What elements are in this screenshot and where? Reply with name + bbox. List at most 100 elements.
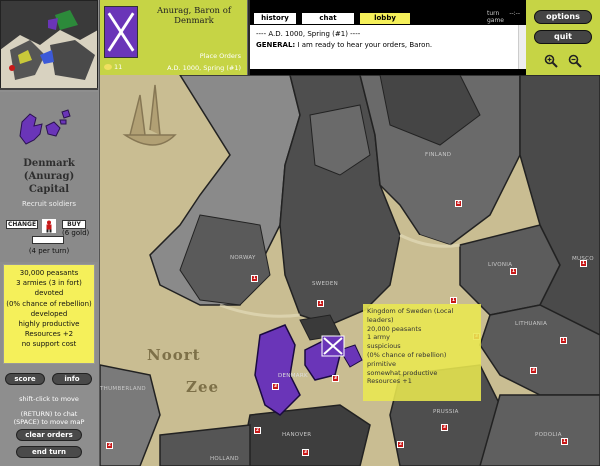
- message-speaker: GENERAL:: [256, 41, 296, 49]
- game-map[interactable]: NORWAY SWEDEN FINLAND LIVONIA MUSCO LITH…: [100, 75, 600, 466]
- tab-history[interactable]: history: [254, 13, 296, 24]
- stat-armies: 3 armies (3 in fort): [16, 279, 82, 288]
- map-label-norway: NORWAY: [230, 255, 256, 261]
- controls-panel: options quit: [526, 0, 600, 75]
- tooltip-line: Kingdom of Sweden (Local: [367, 307, 454, 315]
- gold-cost: (6 gold): [62, 229, 90, 237]
- turn-label: turn: [486, 10, 500, 17]
- message-area: history chat lobby turn game --:-- ---- …: [250, 0, 526, 75]
- tooltip-line: primitive: [367, 359, 396, 368]
- army-marker[interactable]: 3: [272, 383, 279, 390]
- message-text: I am ready to hear your orders, Baron.: [295, 41, 433, 49]
- army-marker[interactable]: 3: [302, 449, 309, 456]
- map-label-livonia: LIVONIA: [488, 262, 513, 268]
- stat-productivity: highly productive: [18, 320, 80, 329]
- tooltip-line: suspicious: [367, 342, 401, 351]
- per-turn-label: (4 per turn): [28, 247, 70, 255]
- turn-timer: --:--: [509, 10, 520, 17]
- zoom-in-icon[interactable]: [544, 54, 558, 68]
- gold-amount: 11: [114, 63, 123, 71]
- turn-game-label: turn game: [487, 10, 504, 24]
- tooltip-line: somewhat productive: [367, 368, 438, 377]
- player-panel: Anurag, Baron of Denmark Place Orders 11…: [100, 0, 248, 75]
- player-title-line1: Anurag, Baron of: [157, 6, 231, 16]
- message-line-date: ---- A.D. 1000, Spring (#1) ----: [256, 30, 361, 38]
- army-marker[interactable]: 4: [455, 200, 462, 207]
- map-label-prussia: PRUSSIA: [433, 409, 459, 415]
- map-label-lithuania: LITHUANIA: [515, 321, 548, 327]
- army-marker[interactable]: 2: [397, 441, 404, 448]
- region-stats: 30,000 peasants 3 armies (3 in fort) dev…: [3, 264, 95, 364]
- place-orders-status: Place Orders: [199, 52, 241, 60]
- game-date: A.D. 1000, Spring (#1): [167, 64, 241, 72]
- quit-button[interactable]: quit: [534, 30, 592, 44]
- map-label-podolia: PODOLIA: [535, 432, 562, 438]
- info-button[interactable]: info: [52, 373, 92, 385]
- tooltip-line: Resources +1: [367, 377, 412, 386]
- tooltip-line: (0% chance of rebellion): [367, 350, 447, 359]
- message-scrollbar[interactable]: [518, 25, 526, 69]
- region-silhouette: [19, 109, 71, 145]
- region-name: Denmark (Anurag) Capital: [0, 157, 98, 196]
- recruit-count-field[interactable]: [32, 236, 64, 244]
- tab-lobby[interactable]: lobby: [360, 13, 410, 24]
- top-bar: Anurag, Baron of Denmark Place Orders 11…: [100, 0, 600, 75]
- recruit-label: Recruit soldiers: [21, 200, 77, 208]
- region-name-line1: Denmark: [23, 158, 75, 169]
- player-title: Anurag, Baron of Denmark: [142, 6, 246, 26]
- army-marker[interactable]: 1: [560, 337, 567, 344]
- army-marker[interactable]: 1: [510, 268, 517, 275]
- map-label-hanover: HANOVER: [282, 432, 312, 438]
- army-marker[interactable]: 3: [332, 375, 339, 382]
- map-label-holland: HOLLAND: [210, 456, 239, 462]
- map-terrain: [100, 75, 600, 466]
- options-button[interactable]: options: [534, 10, 592, 24]
- army-marker[interactable]: 2: [106, 442, 113, 449]
- tooltip-line: 1 army: [367, 333, 390, 342]
- end-turn-button[interactable]: end turn: [16, 446, 82, 458]
- stat-development: developed: [30, 309, 68, 318]
- stat-rebellion: (0% chance of rebellion): [6, 299, 92, 308]
- army-marker[interactable]: 3: [441, 424, 448, 431]
- game-label: game: [486, 17, 504, 24]
- minimap[interactable]: [0, 0, 98, 90]
- tooltip-line: 20,000 peasants: [367, 324, 422, 333]
- stat-support: no support cost: [21, 340, 77, 349]
- army-marker[interactable]: 1: [450, 297, 457, 304]
- message-line-general: GENERAL: I am ready to hear your orders,…: [256, 40, 520, 51]
- map-label-denmark: DENMARK: [278, 373, 308, 379]
- army-marker[interactable]: 2: [254, 427, 261, 434]
- gold-coin-icon: [104, 64, 112, 70]
- region-panel: Denmark (Anurag) Capital Recruit soldier…: [0, 92, 98, 262]
- army-marker[interactable]: 1: [251, 275, 258, 282]
- region-name-line3: Capital: [28, 184, 70, 195]
- map-label-finland: FINLAND: [425, 152, 452, 158]
- map-label-zee: Zee: [186, 378, 220, 396]
- stat-loyalty: devoted: [34, 289, 64, 298]
- hint-space-move: (SPACE) to move maP: [13, 418, 85, 426]
- army-marker[interactable]: 3: [530, 367, 537, 374]
- clear-orders-button[interactable]: clear orders: [16, 429, 82, 441]
- tab-chat[interactable]: chat: [302, 13, 354, 24]
- left-sidebar: Denmark (Anurag) Capital Recruit soldier…: [0, 0, 100, 466]
- score-button[interactable]: score: [5, 373, 45, 385]
- buy-button[interactable]: BUY: [62, 220, 86, 229]
- zoom-out-icon[interactable]: [568, 54, 582, 68]
- change-button[interactable]: CHANGE: [6, 220, 38, 229]
- map-label-noort: Noort: [147, 346, 201, 364]
- army-marker[interactable]: 1: [561, 438, 568, 445]
- stat-peasants: 30,000 peasants: [19, 269, 79, 277]
- region-name-line2: (Anurag): [23, 171, 75, 182]
- player-title-line2: Denmark: [174, 16, 214, 26]
- soldier-icon: [42, 219, 56, 233]
- message-log[interactable]: ---- A.D. 1000, Spring (#1) ---- GENERAL…: [250, 25, 526, 69]
- tooltip-line: leaders): [367, 315, 394, 324]
- stat-resources: Resources +2: [24, 330, 74, 339]
- region-tooltip: Kingdom of Sweden (Local leaders) 20,000…: [363, 304, 481, 401]
- map-label-northumberland: THUMBERLAND: [100, 386, 146, 392]
- player-flag-icon: [104, 6, 138, 58]
- map-label-sweden: SWEDEN: [312, 281, 339, 287]
- army-marker[interactable]: 1: [580, 260, 587, 267]
- army-marker[interactable]: 1: [317, 300, 324, 307]
- hint-return-chat: (RETURN) to chat: [20, 410, 78, 418]
